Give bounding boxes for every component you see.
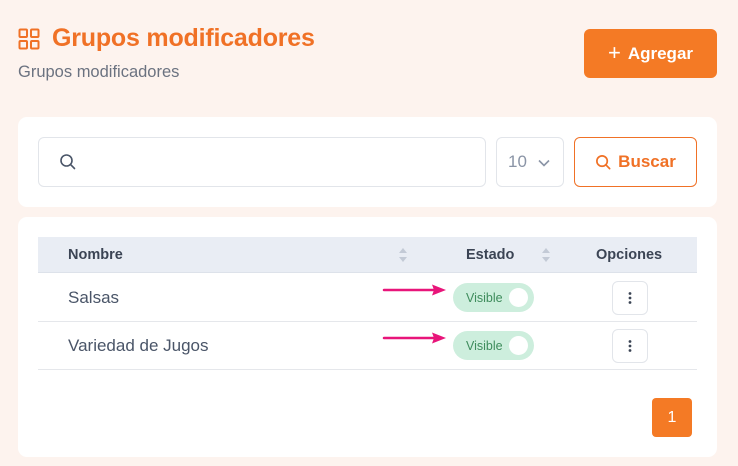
column-header-nombre[interactable]: Nombre bbox=[68, 247, 123, 263]
page-header: Grupos modificadores Grupos modificadore… bbox=[18, 24, 315, 82]
add-button[interactable]: + Agregar bbox=[584, 29, 717, 78]
table-row: Variedad de Jugos Visible bbox=[38, 322, 697, 370]
row-name: Salsas bbox=[68, 288, 120, 307]
per-page-value: 10 bbox=[508, 152, 527, 171]
column-header-estado[interactable]: Estado bbox=[466, 247, 514, 263]
title-row: Grupos modificadores bbox=[18, 24, 315, 53]
search-input[interactable] bbox=[89, 138, 479, 186]
toggle-knob bbox=[509, 336, 528, 355]
search-button[interactable]: Buscar bbox=[574, 137, 697, 187]
page-subtitle: Grupos modificadores bbox=[18, 63, 180, 81]
sort-icon[interactable] bbox=[398, 246, 408, 264]
search-icon bbox=[60, 154, 76, 170]
sort-icon[interactable] bbox=[541, 246, 551, 264]
arrow-annotation-icon bbox=[382, 284, 446, 296]
search-icon bbox=[596, 154, 611, 169]
options-button[interactable] bbox=[612, 281, 648, 315]
search-box[interactable] bbox=[38, 137, 486, 187]
add-button-label: Agregar bbox=[627, 43, 694, 63]
more-vertical-icon bbox=[628, 292, 632, 304]
search-button-label: Buscar bbox=[618, 152, 676, 171]
search-card: 10 Buscar bbox=[18, 117, 717, 207]
arrow-annotation-icon bbox=[382, 332, 446, 344]
visibility-toggle[interactable]: Visible bbox=[453, 331, 534, 360]
toggle-label: Visible bbox=[466, 291, 503, 305]
table-header: Nombre Estado Opciones bbox=[38, 237, 697, 273]
options-button[interactable] bbox=[612, 329, 648, 363]
row-name: Variedad de Jugos bbox=[68, 336, 209, 355]
toggle-knob bbox=[509, 288, 528, 307]
per-page-select[interactable]: 10 bbox=[496, 137, 564, 187]
plus-icon: + bbox=[607, 39, 621, 65]
page-title: Grupos modificadores bbox=[52, 24, 315, 52]
pagination-page-button[interactable]: 1 bbox=[652, 398, 692, 437]
more-vertical-icon bbox=[628, 340, 632, 352]
grid-icon bbox=[18, 28, 40, 49]
table-card: Nombre Estado Opciones Salsas Visible Va… bbox=[18, 217, 717, 457]
column-header-opciones: Opciones bbox=[596, 247, 663, 263]
chevron-down-icon bbox=[538, 159, 550, 167]
table-row: Salsas Visible bbox=[38, 274, 697, 322]
visibility-toggle[interactable]: Visible bbox=[453, 283, 534, 312]
toggle-label: Visible bbox=[466, 339, 503, 353]
